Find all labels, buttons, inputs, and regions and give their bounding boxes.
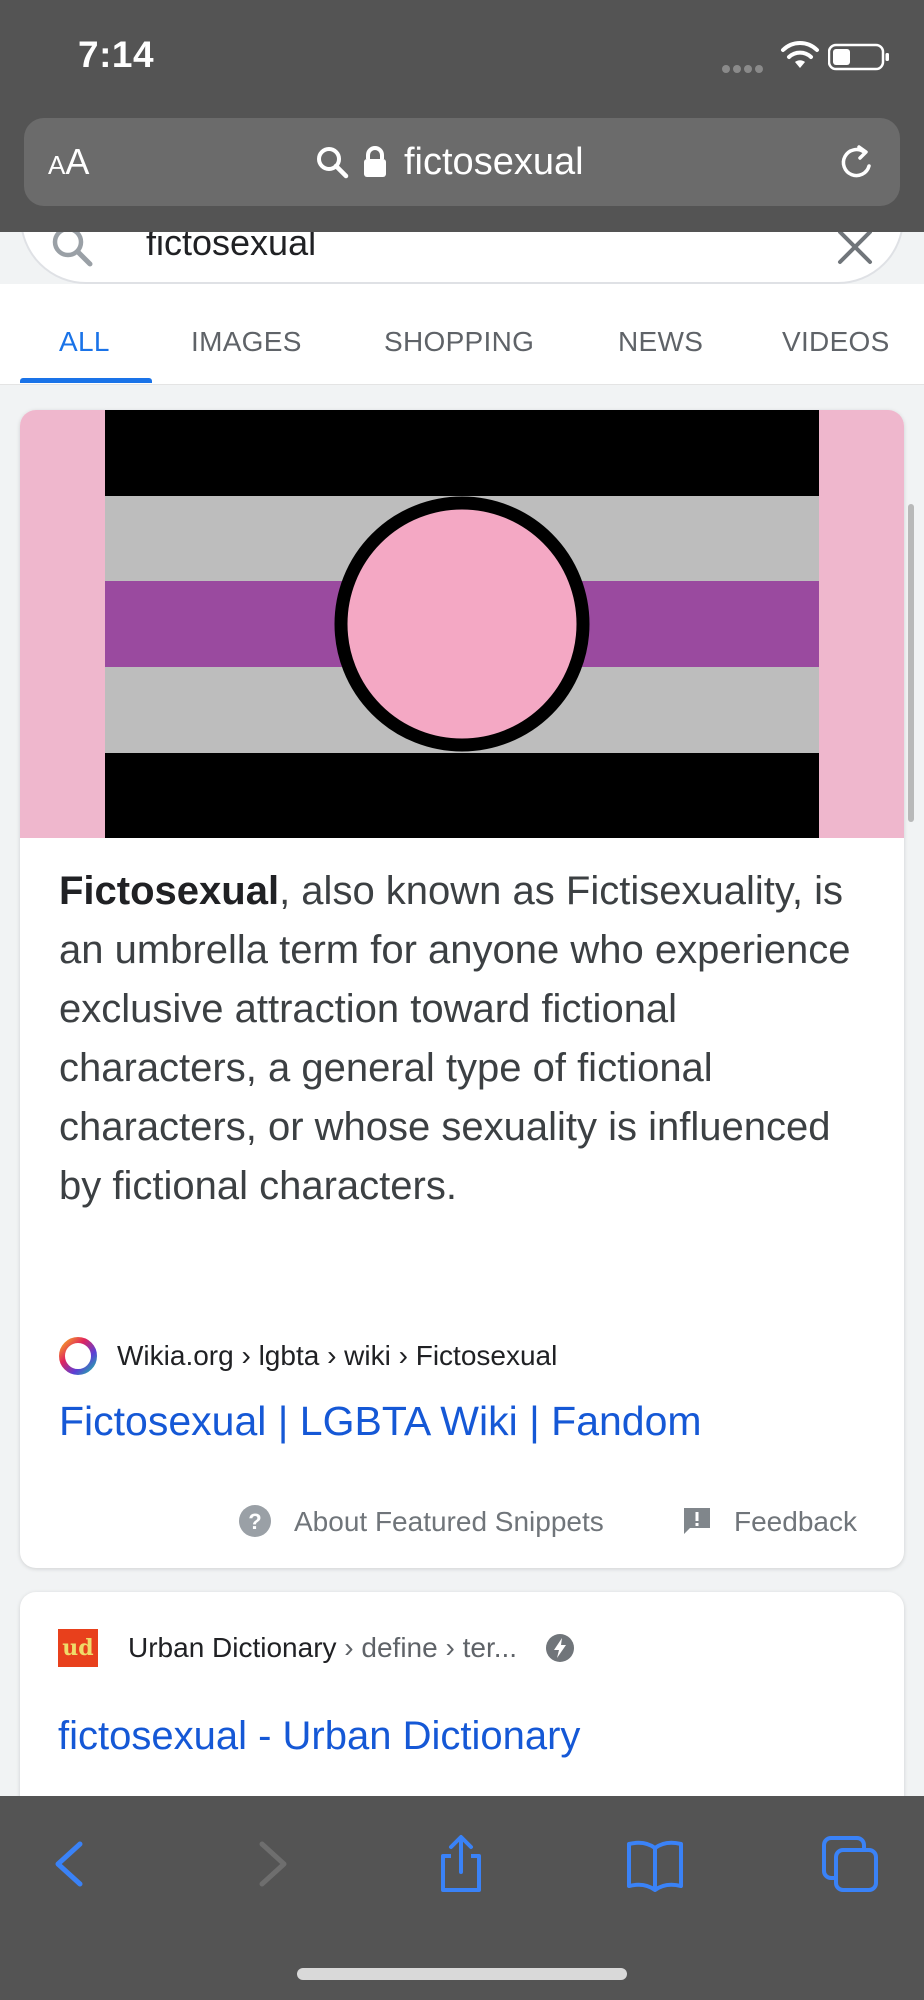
tab-shopping[interactable]: SHOPPING bbox=[384, 326, 534, 358]
close-icon[interactable] bbox=[836, 232, 874, 266]
feedback-link[interactable]: Feedback bbox=[734, 1506, 857, 1538]
featured-snippet-image[interactable] bbox=[20, 410, 904, 838]
share-icon[interactable] bbox=[431, 1834, 491, 1894]
feedback-icon[interactable] bbox=[682, 1506, 712, 1536]
tabs-icon[interactable] bbox=[820, 1834, 880, 1894]
reader-settings-button[interactable]: AA bbox=[48, 140, 89, 187]
fictosexual-flag-image bbox=[105, 410, 819, 838]
tab-videos[interactable]: VIDEOS bbox=[782, 326, 890, 358]
result-breadcrumb: Urban Dictionary › define › ter... bbox=[128, 1632, 517, 1664]
result-path: › define › ter... bbox=[336, 1632, 518, 1663]
aa-large-label: A bbox=[65, 141, 90, 182]
urban-dictionary-favicon: ud bbox=[58, 1629, 98, 1667]
snippet-source[interactable]: Wikia.org › lgbta › wiki › Fictosexual bbox=[59, 1336, 557, 1376]
search-icon bbox=[317, 147, 349, 179]
snippet-body: , also known as Fictisexuality, is an um… bbox=[59, 869, 851, 1208]
url-display[interactable]: fictosexual bbox=[314, 138, 584, 186]
reload-icon[interactable] bbox=[836, 142, 878, 184]
search-tabs: ALL IMAGES SHOPPING NEWS VIDEOS bbox=[0, 284, 924, 385]
wifi-icon bbox=[781, 40, 819, 68]
active-tab-indicator bbox=[20, 378, 152, 383]
forward-icon[interactable] bbox=[240, 1834, 300, 1894]
featured-result-link[interactable]: Fictosexual | LGBTA Wiki | Fandom bbox=[59, 1395, 702, 1447]
about-featured-snippets-link[interactable]: About Featured Snippets bbox=[294, 1506, 604, 1538]
source-breadcrumb: Wikia.org › lgbta › wiki › Fictosexual bbox=[117, 1340, 558, 1371]
cellular-signal-icon bbox=[722, 60, 768, 73]
back-icon[interactable] bbox=[42, 1834, 102, 1894]
help-icon[interactable]: ? bbox=[238, 1504, 272, 1538]
result-site-name: Urban Dictionary bbox=[128, 1632, 337, 1663]
search-result-card: ud Urban Dictionary › define › ter... fi… bbox=[20, 1592, 904, 1796]
search-input[interactable]: fictosexual bbox=[20, 232, 904, 284]
home-indicator[interactable] bbox=[297, 1968, 627, 1980]
search-query: fictosexual bbox=[146, 232, 317, 263]
safari-google-results-page: 7:14 AA fictosexual fictosexual ALL IMAG… bbox=[0, 0, 924, 2000]
result-link[interactable]: fictosexual - Urban Dictionary bbox=[58, 1710, 580, 1762]
svg-text:?: ? bbox=[248, 1509, 261, 1534]
search-icon bbox=[52, 232, 93, 267]
scrollbar[interactable] bbox=[908, 504, 914, 822]
url-text: fictosexual bbox=[404, 141, 584, 183]
tab-images[interactable]: IMAGES bbox=[191, 326, 302, 358]
bookmarks-icon[interactable] bbox=[625, 1834, 685, 1894]
status-time: 7:14 bbox=[78, 34, 155, 75]
result-source[interactable]: ud Urban Dictionary › define › ter... bbox=[58, 1628, 575, 1668]
page-content: fictosexual ALL IMAGES SHOPPING NEWS VID… bbox=[0, 232, 924, 1796]
featured-snippet-card: Fictosexual, also known as Fictisexualit… bbox=[20, 410, 904, 1568]
amp-lightning-icon bbox=[546, 1634, 575, 1662]
status-bar: 7:14 bbox=[0, 0, 924, 118]
snippet-footer: ? About Featured Snippets Feedback bbox=[20, 1500, 904, 1544]
wikia-favicon-icon bbox=[59, 1337, 97, 1375]
tab-all[interactable]: ALL bbox=[59, 326, 110, 358]
snippet-term: Fictosexual bbox=[59, 869, 280, 913]
lock-icon bbox=[364, 146, 386, 177]
address-bar[interactable]: AA fictosexual bbox=[24, 118, 900, 206]
battery-icon bbox=[828, 43, 889, 71]
tab-news[interactable]: NEWS bbox=[618, 326, 703, 358]
snippet-text: Fictosexual, also known as Fictisexualit… bbox=[59, 862, 879, 1216]
aa-small-label: A bbox=[48, 150, 66, 180]
